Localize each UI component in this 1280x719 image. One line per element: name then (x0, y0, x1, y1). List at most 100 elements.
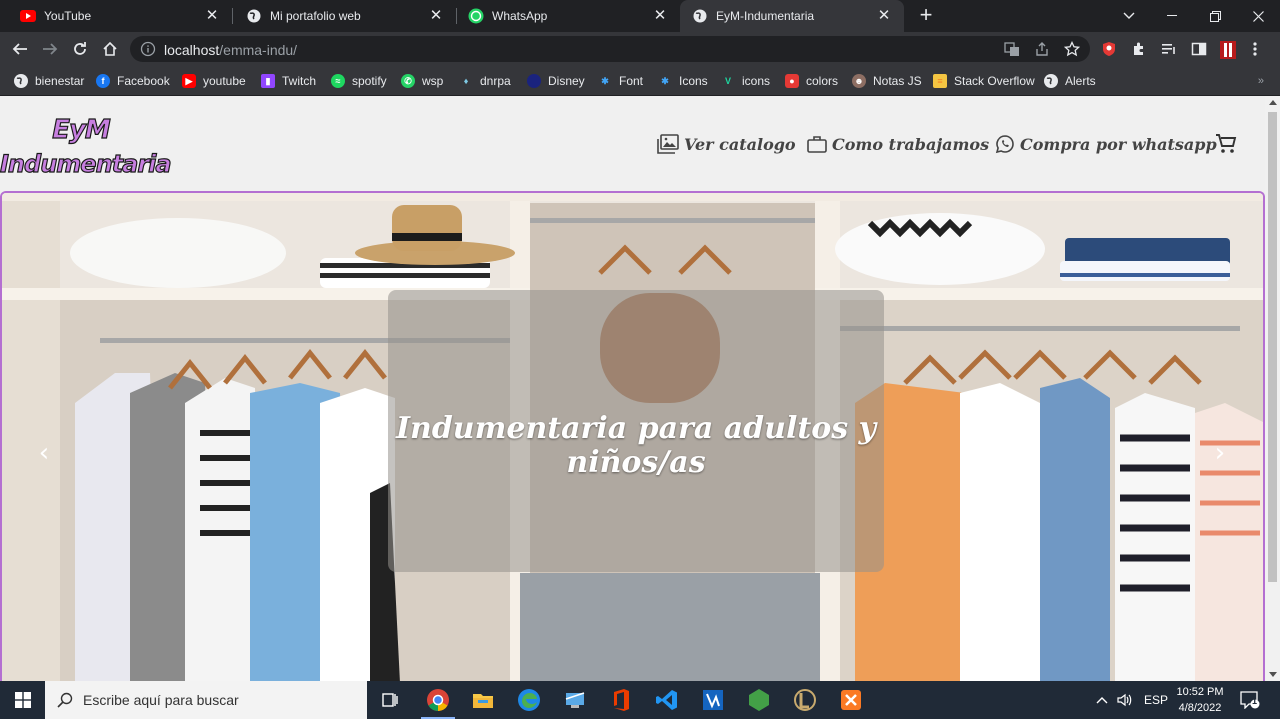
notifications-icon[interactable]: 1 (1240, 681, 1260, 719)
nodejs-icon[interactable] (746, 687, 772, 713)
close-icon[interactable]: ✕ (876, 8, 892, 24)
chrome-icon[interactable] (421, 687, 455, 719)
url-host: localhost (164, 42, 220, 58)
tab-youtube[interactable]: YouTube ✕ (8, 0, 232, 32)
notas-icon: ☻ (852, 74, 866, 88)
bookmark-dnrpa[interactable]: ♦ dnrpa (459, 71, 511, 91)
bookmark-label: spotify (352, 74, 387, 88)
site-logo[interactable]: EyM Indumentaria (0, 114, 172, 184)
forward-button[interactable] (38, 37, 62, 61)
maximize-button[interactable] (1193, 0, 1237, 32)
bookmark-notas-js[interactable]: ☻ Notas JS (852, 71, 922, 91)
tab-search-button[interactable] (1107, 0, 1151, 32)
media-queue-icon[interactable] (1161, 41, 1177, 57)
icons-icon: ✱ (661, 75, 669, 86)
bookmark-star-icon[interactable] (1063, 40, 1081, 57)
task-view-icon[interactable] (377, 687, 403, 713)
reload-button[interactable] (68, 37, 92, 61)
youtube-icon: ▶ (182, 74, 196, 88)
bookmark-disney[interactable]: Disney (527, 71, 585, 91)
hero-heading: Indumentaria para adultos y niños/as (395, 411, 876, 480)
disney-icon (527, 74, 541, 88)
file-explorer-icon[interactable] (470, 687, 496, 713)
translate-icon[interactable] (1004, 41, 1020, 57)
bookmark-label: Disney (548, 74, 585, 88)
bookmark-spotify[interactable]: ≈ spotify (331, 71, 387, 91)
page-scrollbar[interactable] (1265, 96, 1280, 681)
bookmark-facebook[interactable]: f Facebook (96, 71, 170, 91)
bookmark-icons[interactable]: ✱ Icons (658, 71, 708, 91)
nav-compra-whatsapp[interactable]: Compra por whatsapp (995, 132, 1217, 156)
minimize-button[interactable] (1150, 0, 1194, 32)
carousel-next-icon[interactable]: › (1210, 440, 1230, 466)
address-bar[interactable]: localhost/emma-indu/ (130, 36, 1090, 62)
volume-icon[interactable] (1117, 681, 1133, 719)
tab-title: YouTube (44, 9, 92, 23)
start-button[interactable] (0, 681, 45, 719)
bookmark-label: Icons (679, 74, 708, 88)
globe-icon (246, 8, 262, 24)
globe-icon (1044, 74, 1058, 88)
system-clock[interactable]: 10:52 PM 4/8/2022 (1170, 684, 1230, 716)
close-window-button[interactable] (1236, 0, 1280, 32)
logo-line-2: Indumentaria (0, 149, 172, 178)
windows-taskbar: Escribe aquí para buscar ESP 10:52 PM 4/… (0, 681, 1280, 719)
carousel-prev-icon[interactable]: ‹ (34, 440, 54, 466)
bookmark-label: youtube (203, 74, 246, 88)
xampp-icon[interactable] (838, 687, 864, 713)
nav-como-trabajamos[interactable]: Como trabajamos (807, 132, 989, 156)
teams-monitor-icon[interactable] (562, 687, 588, 713)
back-button[interactable] (8, 37, 32, 61)
bookmark-alerts[interactable]: Alerts (1044, 71, 1096, 91)
cart-icon[interactable] (1215, 133, 1237, 160)
extensions-puzzle-icon[interactable] (1131, 41, 1147, 57)
bookmark-icons-vuetify[interactable]: V icons (721, 71, 770, 91)
tab-title: WhatsApp (492, 9, 548, 23)
bookmark-bienestar[interactable]: bienestar (14, 71, 84, 91)
close-icon[interactable]: ✕ (204, 8, 220, 24)
language-indicator[interactable]: ESP (1144, 681, 1168, 719)
scroll-down-icon[interactable] (1269, 672, 1277, 677)
bookmarks-bar: bienestar f Facebook ▶ youtube ▮ Twitch … (0, 66, 1280, 96)
profile-avatar[interactable] (1220, 41, 1236, 59)
web-page: EyM Indumentaria Ver catalogo Como traba… (0, 96, 1265, 681)
bookmark-wsp[interactable]: ✆ wsp (401, 71, 443, 91)
bookmark-font[interactable]: ✱ Font (598, 71, 643, 91)
nav-ver-catalogo[interactable]: Ver catalogo (657, 132, 796, 156)
vscode-icon[interactable] (654, 687, 680, 713)
close-icon[interactable]: ✕ (652, 8, 668, 24)
info-icon[interactable] (140, 41, 156, 62)
league-client-icon[interactable] (792, 687, 818, 713)
scroll-up-icon[interactable] (1269, 100, 1277, 105)
globe-icon (692, 8, 708, 24)
bookmark-label: Font (619, 74, 644, 88)
edge-icon[interactable] (516, 687, 542, 713)
extension-red-icon[interactable] (1101, 41, 1117, 57)
chevron-right-icon[interactable]: » (1258, 75, 1264, 87)
tab-whatsapp[interactable]: WhatsApp ✕ (456, 0, 680, 32)
bookmark-stack-overflow[interactable]: ≡ Stack Overflow (933, 71, 1035, 91)
home-button[interactable] (98, 37, 122, 61)
bookmark-youtube[interactable]: ▶ youtube (182, 71, 246, 91)
bookmark-colors[interactable]: ● colors (785, 71, 838, 91)
chevron-up-icon[interactable] (1096, 681, 1108, 719)
search-placeholder: Escribe aquí para buscar (83, 692, 239, 708)
bookmark-twitch[interactable]: ▮ Twitch (261, 71, 316, 91)
visual-studio-icon[interactable] (700, 687, 726, 713)
bookmark-label: wsp (422, 74, 444, 88)
tab-eym-indumentaria[interactable]: EyM-Indumentaria ✕ (680, 0, 904, 32)
share-icon[interactable] (1034, 41, 1050, 57)
bookmark-label: bienestar (35, 74, 85, 88)
scrollbar-thumb[interactable] (1268, 112, 1277, 582)
tab-portafolio[interactable]: Mi portafolio web ✕ (234, 0, 456, 32)
taskbar-search[interactable]: Escribe aquí para buscar (45, 681, 367, 719)
menu-icon[interactable] (1253, 41, 1269, 57)
new-tab-button[interactable]: + (914, 4, 938, 28)
spotify-icon: ≈ (331, 74, 345, 88)
dnrpa-icon: ♦ (463, 76, 469, 86)
office-icon[interactable] (608, 687, 634, 713)
youtube-icon (20, 8, 36, 24)
windows-icon (14, 692, 31, 708)
side-panel-icon[interactable] (1191, 41, 1207, 57)
close-icon[interactable]: ✕ (428, 8, 444, 24)
